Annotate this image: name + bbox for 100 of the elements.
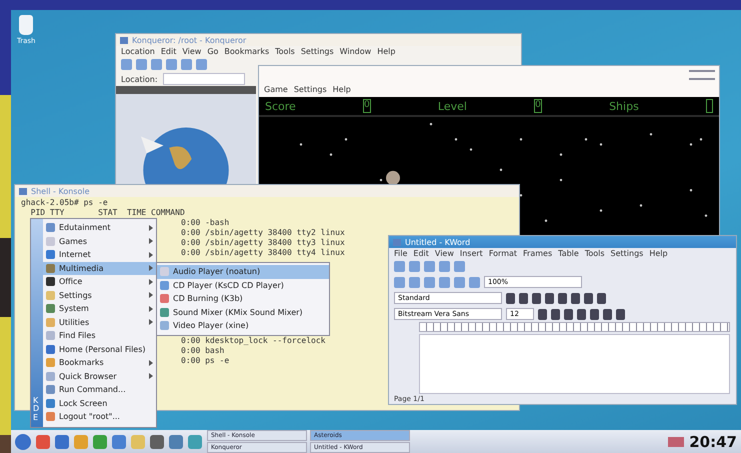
menu-item[interactable]: Edit bbox=[413, 249, 429, 258]
menu-item[interactable]: Settings bbox=[300, 47, 334, 56]
toolbar-icon[interactable] bbox=[394, 261, 405, 272]
launcher-icon[interactable] bbox=[93, 434, 107, 448]
tray-icon[interactable] bbox=[668, 436, 684, 446]
alignment-icon[interactable] bbox=[584, 292, 593, 304]
submenu-arrow-icon bbox=[149, 360, 153, 366]
window-title: Untitled - KWord bbox=[405, 238, 470, 246]
window-icon[interactable] bbox=[120, 36, 128, 44]
toolbar-icon[interactable] bbox=[409, 276, 420, 288]
menu-item[interactable]: Go bbox=[207, 47, 218, 56]
toolbar-icon[interactable] bbox=[439, 276, 450, 288]
launcher-icon[interactable] bbox=[150, 434, 164, 448]
menu-item[interactable]: Help bbox=[649, 249, 668, 258]
menu-item[interactable]: CD Burning (K3b) bbox=[157, 292, 329, 306]
toolbar-icon[interactable] bbox=[454, 261, 465, 272]
menu-item[interactable]: Bookmarks bbox=[224, 47, 270, 56]
toolbar-icon[interactable] bbox=[181, 59, 192, 70]
score-indicator bbox=[706, 99, 713, 113]
toolbar-icon[interactable] bbox=[136, 59, 147, 70]
menu-item[interactable]: File bbox=[394, 249, 408, 258]
menu-item[interactable]: Insert bbox=[460, 249, 483, 258]
alignment-icon[interactable] bbox=[545, 292, 554, 304]
toolbar-icon[interactable] bbox=[424, 261, 435, 272]
toolbar-icon[interactable] bbox=[424, 276, 435, 288]
format-icon[interactable] bbox=[564, 308, 573, 320]
menu-item[interactable]: Help bbox=[332, 85, 351, 94]
menu-item[interactable]: Sound Mixer (KMix Sound Mixer) bbox=[157, 306, 329, 319]
asteroid-drawing bbox=[386, 170, 400, 186]
alignment-icon[interactable] bbox=[519, 292, 528, 304]
score-label: Ships bbox=[609, 100, 639, 112]
window-icon[interactable] bbox=[19, 188, 27, 194]
toolbar-icon[interactable] bbox=[454, 276, 465, 288]
menu-item[interactable]: View bbox=[182, 47, 202, 56]
toolbar-icon[interactable] bbox=[409, 261, 420, 272]
menu-item[interactable]: Home (Personal Files) bbox=[43, 342, 156, 356]
alignment-icon[interactable] bbox=[571, 292, 580, 304]
menu-item[interactable]: Table bbox=[558, 249, 579, 258]
menu-item[interactable]: Run Command... bbox=[43, 383, 156, 396]
menu-item[interactable]: Window bbox=[340, 47, 372, 56]
menu-item[interactable]: Frames bbox=[523, 249, 552, 258]
alignment-icon[interactable] bbox=[506, 292, 515, 304]
menu-item[interactable]: Lock Screen bbox=[43, 396, 156, 410]
alignment-icon[interactable] bbox=[532, 292, 541, 304]
menu-item[interactable]: Logout "root"... bbox=[43, 410, 156, 424]
toolbar-icon[interactable] bbox=[151, 59, 162, 70]
menu-item[interactable]: Game bbox=[264, 85, 288, 94]
alignment-icon[interactable] bbox=[558, 292, 567, 304]
terminal-line: 0:00 /sbin/agetty 38400 tty3 linux bbox=[181, 238, 345, 248]
submenu-arrow-icon bbox=[149, 238, 153, 244]
menu-item[interactable]: Help bbox=[377, 47, 396, 56]
score-value: 0 bbox=[534, 99, 542, 113]
menu-item[interactable]: Video Player (xine) bbox=[157, 319, 329, 332]
launcher-icon[interactable] bbox=[188, 434, 202, 448]
launcher-icon[interactable] bbox=[36, 434, 50, 448]
toolbar-icon[interactable] bbox=[166, 59, 177, 70]
trash-icon[interactable] bbox=[19, 15, 34, 35]
launcher-icon[interactable] bbox=[112, 434, 126, 448]
launcher-icon[interactable] bbox=[55, 434, 69, 448]
location-label: Location: bbox=[121, 74, 158, 84]
window-title: Konqueror: /root - Konqueror bbox=[132, 36, 246, 44]
menu-item[interactable]: CD Player (KsCD CD Player) bbox=[157, 278, 329, 292]
toolbar-icon[interactable] bbox=[469, 276, 480, 288]
window-title: Shell - Konsole bbox=[31, 186, 90, 196]
terminal-line: 0:00 kdesktop_lock --forcelock bbox=[181, 336, 326, 346]
toolbar-icon[interactable] bbox=[394, 276, 405, 288]
format-icon[interactable] bbox=[577, 308, 586, 320]
menu-item[interactable]: Games bbox=[43, 234, 156, 248]
toolbar-icon[interactable] bbox=[121, 59, 132, 70]
menu-item[interactable]: Edit bbox=[160, 47, 176, 56]
menu-item[interactable]: Internet bbox=[43, 248, 156, 262]
menu-item[interactable]: Settings bbox=[294, 85, 327, 94]
toolbar-icon[interactable] bbox=[196, 59, 207, 70]
menu-item[interactable]: Tools bbox=[275, 47, 295, 56]
menu-item[interactable]: Quick Browser bbox=[43, 370, 156, 383]
format-icon[interactable] bbox=[538, 308, 547, 320]
menu-item[interactable]: Settings bbox=[610, 249, 644, 258]
format-icon[interactable] bbox=[590, 308, 599, 320]
menu-item[interactable]: Audio Player (noatun) bbox=[157, 265, 329, 278]
launcher-icon[interactable] bbox=[169, 434, 183, 448]
window-buttons-icon[interactable] bbox=[689, 70, 715, 80]
menu-item[interactable]: Format bbox=[488, 249, 518, 258]
submenu-arrow-icon bbox=[149, 252, 153, 258]
menu-item[interactable]: Multimedia bbox=[43, 262, 156, 275]
toolbar-icon[interactable] bbox=[439, 261, 450, 272]
menu-item[interactable]: Edutainment bbox=[43, 221, 156, 234]
format-icon[interactable] bbox=[551, 308, 560, 320]
location-field[interactable] bbox=[162, 73, 245, 85]
document-page[interactable] bbox=[419, 334, 730, 394]
format-icon[interactable] bbox=[616, 308, 625, 320]
menu-item[interactable]: Location bbox=[121, 47, 155, 56]
terminal-line: 0:00 -bash bbox=[181, 218, 230, 228]
submenu-arrow-icon bbox=[149, 224, 153, 231]
alignment-icon[interactable] bbox=[597, 292, 606, 304]
menu-item[interactable]: View bbox=[434, 249, 454, 258]
menu-item[interactable]: Find Files bbox=[43, 329, 156, 342]
format-icon[interactable] bbox=[603, 308, 612, 320]
menu-item[interactable]: Bookmarks bbox=[43, 356, 156, 370]
start-menu-icon[interactable] bbox=[15, 434, 31, 450]
menu-item[interactable]: Tools bbox=[584, 249, 605, 258]
